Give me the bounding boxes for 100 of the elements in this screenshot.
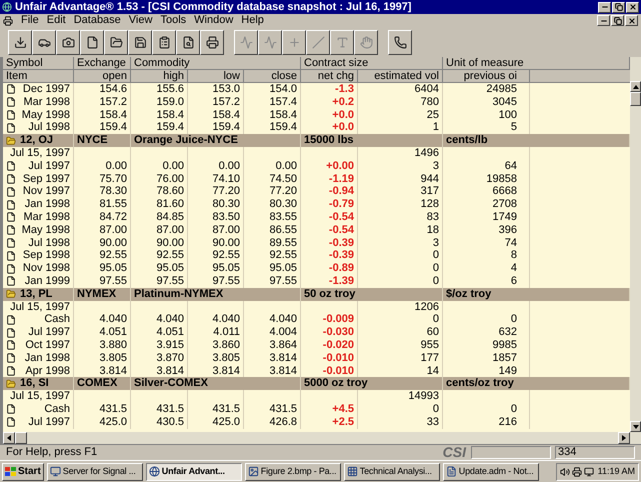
table-cell: 81.60	[131, 198, 188, 211]
menu-item[interactable]: Help	[241, 14, 264, 27]
item-cell[interactable]: Jul 1997	[28, 416, 70, 429]
restore-icon	[614, 3, 622, 11]
taskbar-button[interactable]: Unfair Advant...	[146, 462, 242, 480]
toolbar-button[interactable]	[8, 30, 32, 54]
column-header[interactable]: Item	[3, 70, 74, 83]
restore-button[interactable]	[612, 2, 625, 12]
item-cell[interactable]: Jan 1998	[24, 352, 70, 365]
item-cell[interactable]: Nov 1998	[22, 262, 70, 275]
table-cell: 19858	[443, 172, 530, 186]
toolbar-button[interactable]	[176, 30, 200, 54]
minimize-button[interactable]	[597, 15, 610, 26]
column-header[interactable]: close	[244, 70, 301, 83]
table-cell: 8	[443, 249, 530, 262]
toolbar-button[interactable]	[104, 30, 128, 54]
item-cell[interactable]: Jul 1998	[28, 236, 70, 250]
menu-item[interactable]: Tools	[160, 14, 186, 27]
menu-item[interactable]: View	[128, 14, 152, 27]
item-cell[interactable]: May 1998	[22, 224, 70, 237]
file-icon	[6, 314, 16, 325]
column-header[interactable]: open	[74, 70, 131, 83]
table-cell: 60	[358, 326, 443, 339]
column-header[interactable]: estimated vol	[358, 70, 443, 83]
scroll-thumb[interactable]	[15, 432, 27, 444]
item-cell[interactable]: Jan 1998	[24, 198, 70, 211]
start-button[interactable]: Start	[2, 462, 44, 480]
file-icon	[6, 276, 16, 286]
toolbar-button[interactable]	[200, 30, 224, 54]
table-cell: 4.051	[131, 326, 188, 339]
toolbar-button[interactable]	[80, 30, 104, 54]
item-cell[interactable]: Cash	[44, 402, 70, 416]
group-row[interactable]: 16, SI COMEX Silver-COMEX 5000 oz troy cents/oz troy	[3, 377, 630, 390]
minimize-button[interactable]	[598, 2, 611, 12]
toolbar-icon	[288, 36, 300, 48]
item-cell[interactable]: Dec 1997	[22, 83, 70, 96]
toolbar-icon	[336, 36, 348, 48]
toolbar-button[interactable]	[152, 30, 176, 54]
group-row[interactable]: 12, OJ NYCE Orange Juice-NYCE 15000 lbs cents/lb	[3, 134, 630, 147]
column-header[interactable]: net chg	[301, 70, 358, 83]
menu-item[interactable]: Database	[74, 14, 121, 27]
table-cell: 87.00	[74, 224, 131, 237]
item-cell[interactable]: May 1998	[22, 108, 70, 122]
menu-item[interactable]: Edit	[46, 14, 66, 27]
taskbar-button[interactable]: Server for Signal ...	[46, 462, 143, 480]
item-cell[interactable]: Cash	[44, 313, 70, 326]
table-cell: 0	[443, 313, 530, 326]
toolbar-button[interactable]	[388, 30, 412, 54]
net-change-cell: +4.5	[301, 402, 358, 416]
table-cell: 74.50	[244, 172, 301, 186]
file-icon	[6, 353, 16, 364]
table-cell: 431.5	[131, 402, 188, 416]
table-cell: 128	[358, 198, 443, 211]
restore-button[interactable]	[611, 15, 624, 26]
column-header[interactable]: low	[188, 70, 244, 83]
toolbar-button[interactable]	[32, 30, 56, 54]
item-cell[interactable]: Jan 1999	[24, 274, 70, 288]
taskbar-button[interactable]: Technical Analysi...	[344, 462, 440, 480]
table-cell: 3045	[443, 96, 530, 109]
toolbar-button[interactable]	[128, 30, 152, 54]
item-cell[interactable]: Mar 1998	[24, 96, 70, 109]
close-button[interactable]	[626, 2, 639, 12]
table-cell: 92.55	[244, 249, 301, 262]
file-icon	[6, 250, 16, 261]
item-cell[interactable]: Sep 1998	[22, 249, 70, 262]
toolbar-button[interactable]	[56, 30, 80, 54]
item-cell[interactable]: Nov 1997	[22, 185, 70, 198]
table-cell: 159.0	[131, 96, 188, 109]
table-cell: 396	[443, 224, 530, 237]
item-cell[interactable]: Oct 1997	[25, 338, 70, 352]
close-button[interactable]	[625, 15, 638, 26]
item-cell[interactable]: Apr 1998	[25, 364, 70, 378]
table-cell: 77.20	[188, 185, 244, 198]
table-cell: 157.2	[74, 96, 131, 109]
vertical-scrollbar[interactable]	[630, 57, 641, 444]
menu-item[interactable]: File	[21, 14, 39, 27]
table-cell: 90.00	[74, 236, 131, 250]
horizontal-scrollbar[interactable]	[3, 432, 630, 444]
net-change-cell: -0.39	[301, 236, 358, 250]
column-header[interactable]: high	[131, 70, 188, 83]
item-cell[interactable]: Mar 1998	[24, 210, 70, 224]
item-cell[interactable]: Jul 1998	[28, 121, 70, 134]
file-icon	[6, 97, 16, 108]
table-cell: 3.870	[131, 352, 188, 365]
column-header[interactable]: previous oi	[443, 70, 530, 83]
group-row[interactable]: 13, PL NYMEX Platinum-NYMEX 50 oz troy $/oz troy	[3, 288, 630, 301]
item-cell[interactable]: Jul 1997	[28, 326, 70, 339]
table-cell: 0	[358, 313, 443, 326]
scroll-thumb[interactable]	[630, 92, 641, 106]
folder-icon	[6, 136, 16, 146]
table-cell: 83	[358, 210, 443, 224]
toolbar-icon	[14, 36, 26, 48]
item-cell[interactable]: Jul 1997	[28, 160, 70, 173]
app-icon	[50, 466, 61, 477]
app-icon	[346, 466, 358, 477]
table-cell: 177	[358, 352, 443, 365]
item-cell[interactable]: Sep 1997	[22, 172, 70, 186]
taskbar-button[interactable]: Update.adm - Not...	[442, 462, 539, 480]
taskbar-button[interactable]: Figure 2.bmp - Pa...	[244, 462, 341, 480]
menu-item[interactable]: Window	[194, 14, 234, 27]
